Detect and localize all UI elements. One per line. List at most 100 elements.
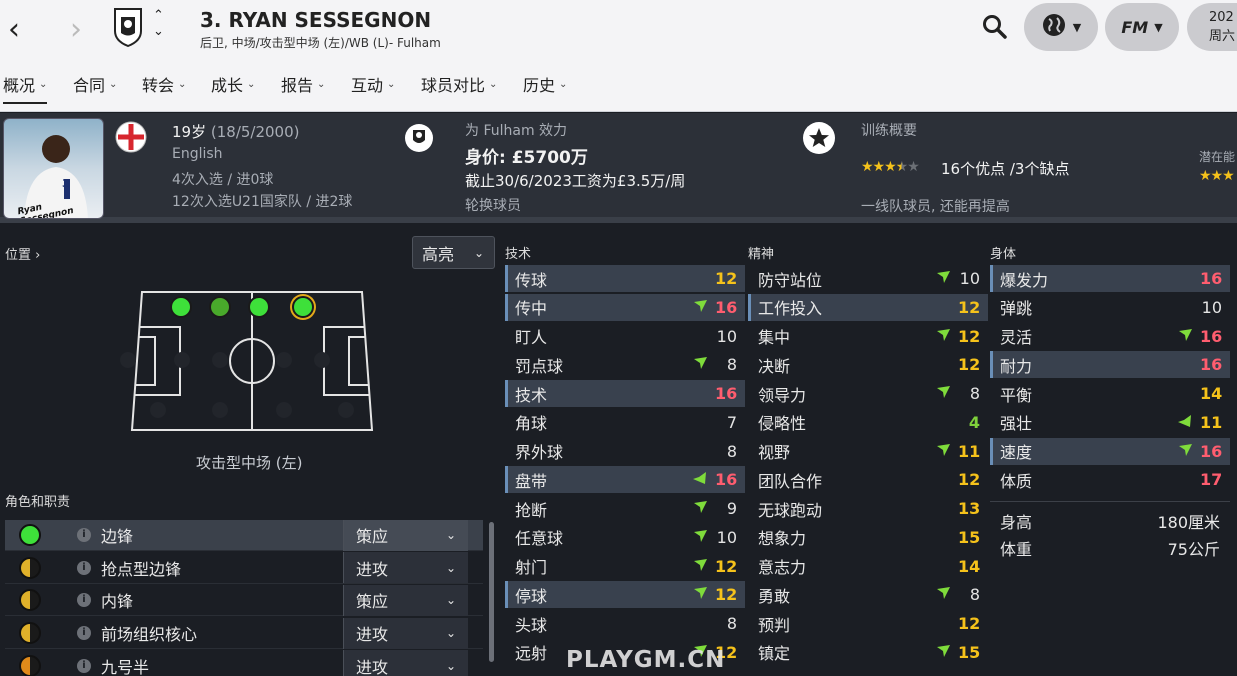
tab-compare[interactable]: 球员对比 ⌄ xyxy=(421,72,497,96)
info-icon[interactable]: i xyxy=(77,626,91,641)
attribute-row[interactable]: 射门 12 xyxy=(505,553,745,580)
duty-select[interactable]: 进攻 ⌄ xyxy=(343,617,468,649)
date-of-birth: (18/5/2000) xyxy=(210,123,300,141)
attribute-row[interactable]: 侵略性 4 xyxy=(748,409,988,436)
role-row[interactable]: i 边锋 策应 ⌄ xyxy=(5,519,483,551)
attribute-row[interactable]: 技术 16 xyxy=(505,380,745,407)
attribute-row[interactable]: 界外球 8 xyxy=(505,438,745,465)
role-row[interactable]: i 内锋 策应 ⌄ xyxy=(5,584,483,617)
international-caps: 4次入选 / 进0球 xyxy=(172,172,274,188)
role-row[interactable]: i 九号半 进攻 ⌄ xyxy=(5,650,483,676)
attribute-value: 12 xyxy=(958,355,981,375)
attribute-row[interactable]: 团队合作 12 xyxy=(748,466,988,493)
globe-menu-button[interactable]: ▼ xyxy=(1024,3,1098,51)
position-name: 攻击型中场 (左) xyxy=(196,454,303,472)
tab-interaction[interactable]: 互动 ⌄ xyxy=(351,72,395,96)
attribute-row[interactable]: 平衡 14 xyxy=(990,380,1230,407)
duty-select[interactable]: 策应 ⌄ xyxy=(343,519,468,551)
attribute-row[interactable]: 任意球 10 xyxy=(505,524,745,551)
back-arrow-icon[interactable]: ‹ xyxy=(8,12,20,47)
nationality: English xyxy=(172,146,223,162)
info-icon[interactable]: i xyxy=(77,528,91,542)
role-name: 抢点型边锋 xyxy=(101,559,182,579)
player-name: 3. RYAN SESSEGNON xyxy=(200,8,432,32)
attribute-label: 平衡 xyxy=(1000,385,1033,405)
tab-label: 成长 xyxy=(211,76,244,95)
attribute-row[interactable]: 传球 12 xyxy=(505,265,745,292)
attribute-row[interactable]: 速度 16 xyxy=(990,437,1230,465)
tab-label: 互动 xyxy=(351,76,384,95)
position-label[interactable]: 位置 › xyxy=(5,244,40,263)
attribute-label: 灵活 xyxy=(1000,328,1033,347)
attribute-value: 16 xyxy=(715,470,738,490)
attribute-value: 10 xyxy=(959,269,980,288)
attribute-row[interactable]: 工作投入 12 xyxy=(748,293,988,321)
duty-select[interactable]: 进攻 ⌄ xyxy=(343,552,468,584)
duty-select[interactable]: 进攻 ⌄ xyxy=(343,650,468,676)
trend-up-arrow-icon xyxy=(1170,328,1200,345)
highlight-select[interactable]: 高亮 ⌄ xyxy=(412,236,495,269)
trend-down-arrow-icon xyxy=(685,471,715,488)
tab-overview[interactable]: 概况 ⌄ xyxy=(3,72,48,104)
tab-contract[interactable]: 合同 ⌄ xyxy=(73,72,117,96)
attribute-row[interactable]: 集中 12 xyxy=(748,323,988,350)
attribute-row[interactable]: 想象力 15 xyxy=(748,524,988,551)
attribute-row[interactable]: 抢断 9 xyxy=(505,495,745,522)
attribute-value: 15 xyxy=(958,642,981,662)
trend-up-arrow-icon xyxy=(685,529,715,546)
attribute-row[interactable]: 耐力 16 xyxy=(990,351,1230,379)
attribute-label: 工作投入 xyxy=(758,299,823,319)
attribute-row[interactable]: 镇定 15 xyxy=(748,639,988,666)
attribute-row[interactable]: 爆发力 16 xyxy=(990,265,1230,292)
role-row[interactable]: i 抢点型边锋 进攻 ⌄ xyxy=(5,552,483,584)
attribute-row[interactable]: 传中 16 xyxy=(505,293,745,321)
date-year: 202 xyxy=(1209,10,1234,25)
attribute-row[interactable]: 勇敢 8 xyxy=(748,581,988,608)
role-name: 内锋 xyxy=(101,592,134,612)
tab-reports[interactable]: 报告 ⌄ xyxy=(281,72,325,96)
attribute-value: 16 xyxy=(1200,269,1223,288)
tab-label: 球员对比 xyxy=(421,76,486,95)
tab-history[interactable]: 历史 ⌄ xyxy=(523,72,567,96)
attribute-row[interactable]: 无球跑动 13 xyxy=(748,495,988,522)
fm-menu-button[interactable]: FM ▼ xyxy=(1105,3,1179,51)
attribute-row[interactable]: 停球 12 xyxy=(505,581,745,609)
tab-development[interactable]: 成长 ⌄ xyxy=(211,72,255,96)
attribute-row[interactable]: 头球 8 xyxy=(505,610,745,637)
attribute-row[interactable]: 灵活 16 xyxy=(990,323,1230,350)
club-crest-icon[interactable] xyxy=(113,7,143,48)
forward-arrow-icon[interactable]: › xyxy=(70,12,82,47)
role-row[interactable]: i 前场组织核心 进攻 ⌄ xyxy=(5,617,483,650)
attribute-row[interactable]: 弹跳 10 xyxy=(990,294,1230,321)
roles-scrollbar[interactable] xyxy=(489,522,494,662)
duty-select[interactable]: 策应 ⌄ xyxy=(343,584,468,616)
attribute-row[interactable]: 意志力 14 xyxy=(748,553,988,580)
info-icon[interactable]: i xyxy=(77,658,91,673)
attribute-row[interactable]: 领导力 8 xyxy=(748,380,988,407)
attribute-row[interactable]: 决断 12 xyxy=(748,351,988,378)
trend-up-arrow-icon xyxy=(685,299,715,316)
plays-for: 为 Fulham 效力 xyxy=(465,123,568,139)
duty-value: 进攻 xyxy=(356,559,389,579)
attribute-value: 8 xyxy=(726,614,737,633)
chevron-down-icon: ⌄ xyxy=(445,658,456,673)
attribute-value: 8 xyxy=(726,355,737,375)
tab-label: 概况 xyxy=(3,76,36,95)
search-icon[interactable] xyxy=(982,14,1008,44)
date-button[interactable]: 202 周六 xyxy=(1187,3,1237,51)
tab-transfer[interactable]: 转会 ⌄ xyxy=(142,72,186,96)
info-icon[interactable]: i xyxy=(77,560,91,575)
attribute-row[interactable]: 预判 12 xyxy=(748,610,988,637)
attribute-row[interactable]: 盘带 16 xyxy=(505,466,745,494)
up-down-chevron-icon[interactable]: ⌃ ⌄ xyxy=(153,8,164,40)
attribute-row[interactable]: 角球 7 xyxy=(505,409,745,436)
attribute-row[interactable]: 罚点球 8 xyxy=(505,351,745,378)
attribute-row[interactable]: 防守站位 10 xyxy=(748,265,988,292)
attribute-row[interactable]: 盯人 10 xyxy=(505,323,745,350)
tab-label: 报告 xyxy=(281,76,314,95)
attribute-row[interactable]: 体质 17 xyxy=(990,466,1230,493)
attribute-row[interactable]: 强壮 11 xyxy=(990,409,1230,436)
club-crest-icon xyxy=(404,123,434,157)
info-icon[interactable]: i xyxy=(77,593,91,608)
attribute-row[interactable]: 视野 11 xyxy=(748,438,988,465)
